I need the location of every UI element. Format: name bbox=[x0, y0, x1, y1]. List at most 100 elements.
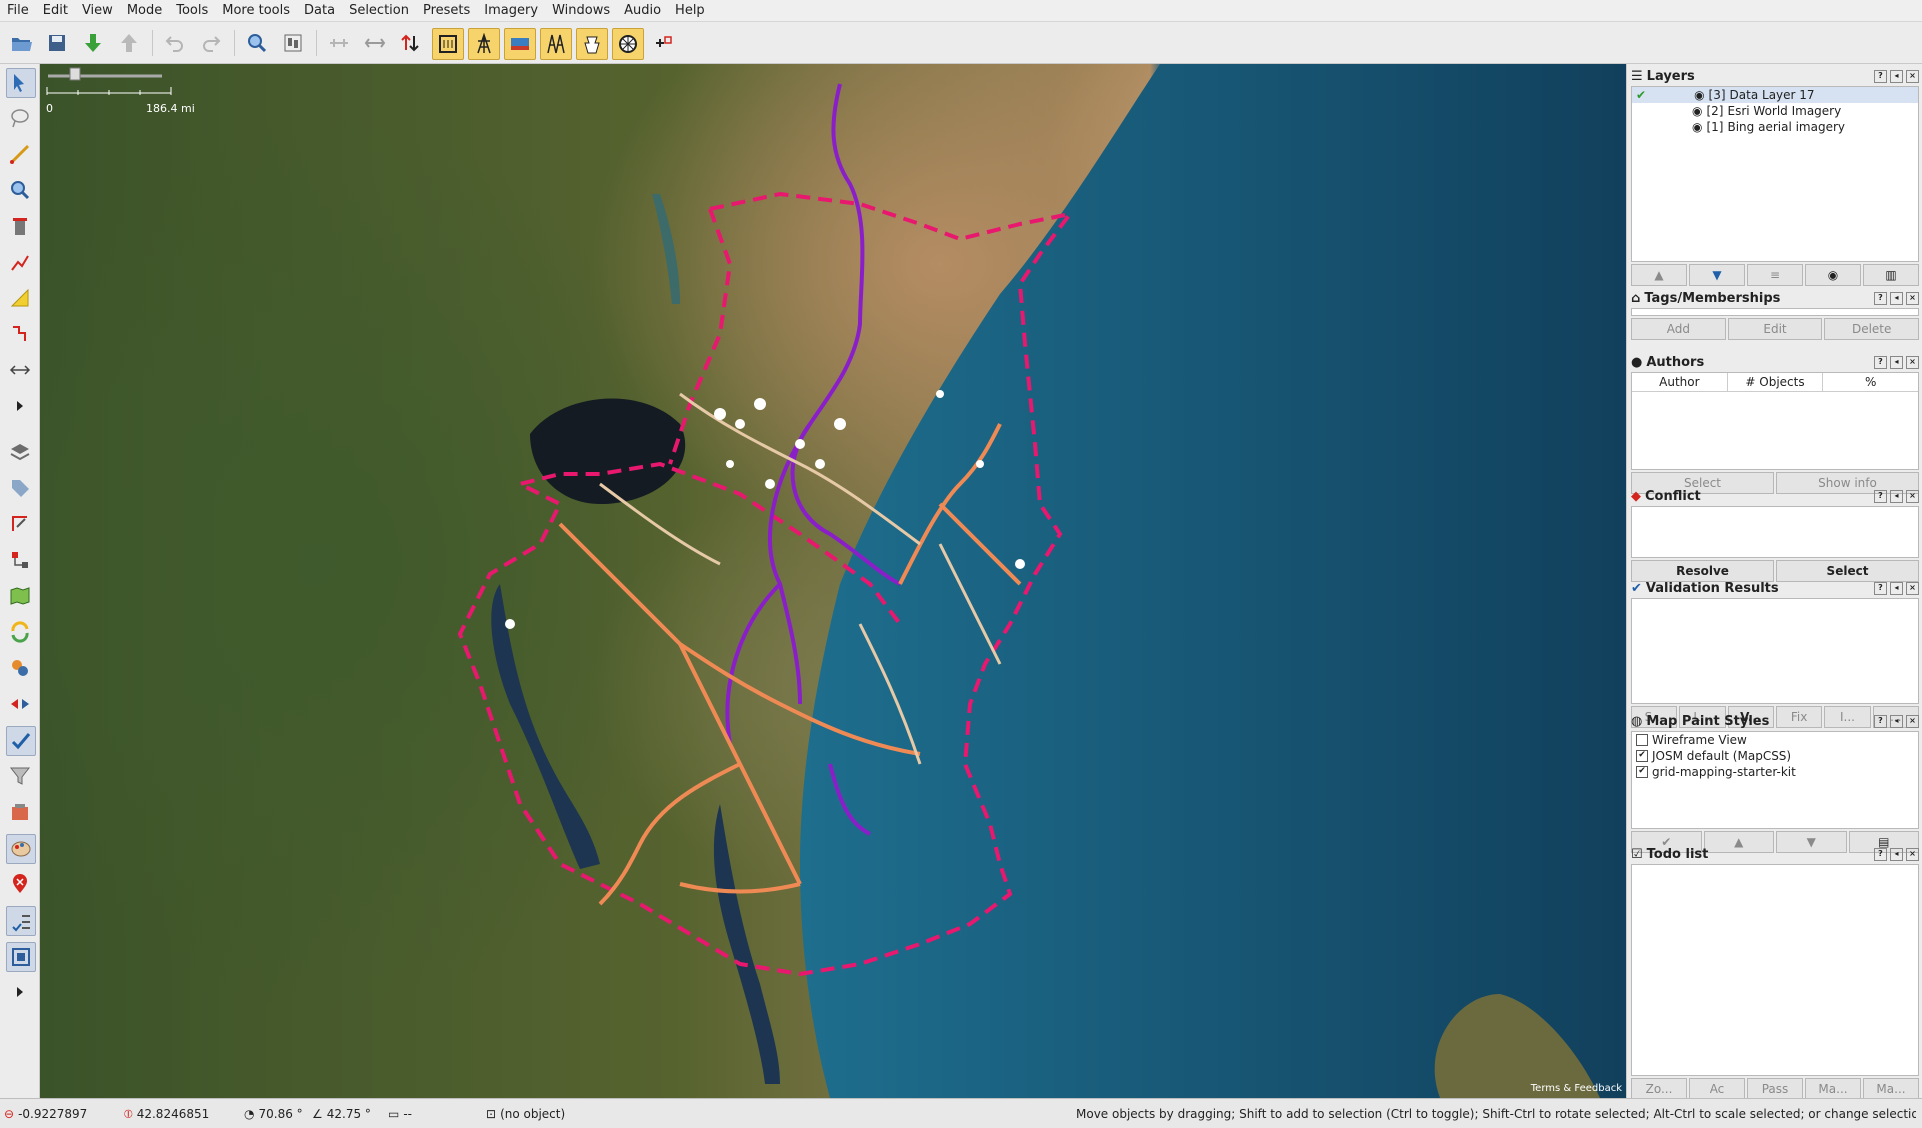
close-icon[interactable]: × bbox=[1906, 714, 1919, 728]
help-icon[interactable]: ? bbox=[1874, 69, 1887, 83]
upload-icon[interactable] bbox=[114, 28, 144, 58]
close-icon[interactable]: × bbox=[1906, 489, 1919, 503]
notes-toggle-icon[interactable] bbox=[6, 870, 34, 898]
map-view[interactable]: 0 186.4 mi Terms & Feedback bbox=[40, 64, 1626, 1098]
menu-tools[interactable]: Tools bbox=[169, 0, 215, 22]
move-up-icon[interactable]: ▲ bbox=[1631, 264, 1687, 286]
todo-pass-button[interactable]: Pass bbox=[1747, 1078, 1803, 1100]
tag-edit-button[interactable]: Edit bbox=[1727, 318, 1823, 340]
filter-toggle-icon[interactable] bbox=[6, 762, 34, 790]
close-icon[interactable]: × bbox=[1906, 291, 1919, 305]
improve-way-icon[interactable] bbox=[6, 320, 34, 348]
pin-icon[interactable]: ◂ bbox=[1890, 69, 1903, 83]
style-checkbox[interactable] bbox=[1636, 734, 1648, 746]
zoom-icon[interactable] bbox=[242, 28, 272, 58]
download-icon[interactable] bbox=[78, 28, 108, 58]
minimap-toggle-icon[interactable] bbox=[6, 942, 36, 972]
pin-icon[interactable]: ◂ bbox=[1890, 489, 1903, 503]
flip-icon[interactable] bbox=[360, 28, 390, 58]
zoom-tool-icon[interactable] bbox=[6, 176, 34, 204]
layers-toggle-icon[interactable] bbox=[6, 438, 34, 466]
help-icon[interactable]: ? bbox=[1874, 581, 1887, 595]
help-icon[interactable]: ? bbox=[1874, 714, 1887, 728]
style-row[interactable]: ✔ JOSM default (MapCSS) bbox=[1632, 748, 1918, 764]
pin-icon[interactable]: ◂ bbox=[1890, 581, 1903, 595]
draw-tool-icon[interactable] bbox=[6, 140, 34, 168]
changeset-toggle-icon[interactable] bbox=[6, 798, 34, 826]
layer-name[interactable]: Esri World Imagery bbox=[1727, 104, 1841, 118]
close-icon[interactable]: × bbox=[1906, 355, 1919, 369]
todo-mark-all-button[interactable]: Ma... bbox=[1863, 1078, 1919, 1100]
tool-b-icon[interactable] bbox=[468, 28, 500, 60]
visibility-eye-icon[interactable]: ◉ bbox=[1692, 104, 1702, 118]
style-row[interactable]: Wireframe View bbox=[1632, 732, 1918, 748]
imagery-attribution[interactable]: Terms & Feedback bbox=[1531, 1083, 1622, 1094]
pin-icon[interactable]: ◂ bbox=[1890, 291, 1903, 305]
preferences-icon[interactable] bbox=[278, 28, 308, 58]
delete-layer-icon[interactable]: ▥ bbox=[1863, 264, 1919, 286]
area-tool-icon[interactable] bbox=[6, 284, 34, 312]
layer-name[interactable]: Data Layer 17 bbox=[1730, 88, 1815, 102]
tool-f-icon[interactable] bbox=[612, 28, 644, 60]
style-checkbox[interactable]: ✔ bbox=[1636, 766, 1648, 778]
refresh-toggle-icon[interactable] bbox=[6, 618, 34, 646]
menu-file[interactable]: File bbox=[0, 0, 36, 22]
todo-add-button[interactable]: Ac bbox=[1689, 1078, 1745, 1100]
menu-selection[interactable]: Selection bbox=[342, 0, 416, 22]
authors-toggle-icon[interactable] bbox=[6, 654, 34, 682]
style-row[interactable]: ✔ grid-mapping-starter-kit bbox=[1632, 764, 1918, 780]
undo-icon[interactable] bbox=[160, 28, 190, 58]
tag-delete-button[interactable]: Delete bbox=[1824, 318, 1920, 340]
menu-windows[interactable]: Windows bbox=[545, 0, 617, 22]
help-icon[interactable]: ? bbox=[1874, 291, 1887, 305]
layer-name[interactable]: Bing aerial imagery bbox=[1727, 120, 1845, 134]
close-icon[interactable]: × bbox=[1906, 847, 1919, 861]
merge-icon[interactable]: ≡ bbox=[1747, 264, 1803, 286]
menu-edit[interactable]: Edit bbox=[36, 0, 75, 22]
history-toggle-icon[interactable] bbox=[6, 546, 34, 574]
todo-zoom-button[interactable]: Zo... bbox=[1631, 1078, 1687, 1100]
objects-col-header[interactable]: # Objects bbox=[1728, 373, 1824, 391]
menu-presets[interactable]: Presets bbox=[416, 0, 477, 22]
conflict-toggle-icon[interactable] bbox=[6, 690, 34, 718]
tags-toggle-icon[interactable] bbox=[6, 474, 34, 502]
expand-more-icon[interactable] bbox=[6, 392, 34, 420]
validation-toggle-icon[interactable] bbox=[6, 726, 36, 756]
tool-a-icon[interactable] bbox=[432, 28, 464, 60]
split-icon[interactable] bbox=[396, 28, 426, 58]
open-icon[interactable] bbox=[6, 28, 36, 58]
layer-row[interactable]: ✔ ◉ [3] Data Layer 17 bbox=[1632, 87, 1918, 103]
pin-icon[interactable]: ◂ bbox=[1890, 847, 1903, 861]
menu-more-tools[interactable]: More tools bbox=[215, 0, 297, 22]
add-tool-icon[interactable] bbox=[648, 28, 678, 58]
close-icon[interactable]: × bbox=[1906, 581, 1919, 595]
select-tool-icon[interactable] bbox=[6, 68, 36, 98]
visibility-eye-icon[interactable]: ◉ bbox=[1692, 120, 1702, 134]
tag-add-button[interactable]: Add bbox=[1631, 318, 1726, 340]
redo-icon[interactable] bbox=[196, 28, 226, 58]
percent-col-header[interactable]: % bbox=[1823, 373, 1918, 391]
delete-tool-icon[interactable] bbox=[6, 212, 34, 240]
tool-d-icon[interactable] bbox=[540, 28, 572, 60]
mappaint-toggle-icon[interactable] bbox=[6, 834, 36, 864]
pin-icon[interactable]: ◂ bbox=[1890, 714, 1903, 728]
lasso-tool-icon[interactable] bbox=[6, 104, 34, 132]
menu-view[interactable]: View bbox=[75, 0, 120, 22]
menu-imagery[interactable]: Imagery bbox=[477, 0, 545, 22]
save-icon[interactable] bbox=[42, 28, 72, 58]
extrude-tool-icon[interactable] bbox=[6, 356, 34, 384]
visibility-eye-icon[interactable]: ◉ bbox=[1694, 88, 1704, 102]
layer-row[interactable]: ◉ [1] Bing aerial imagery bbox=[1632, 119, 1918, 135]
menu-mode[interactable]: Mode bbox=[120, 0, 169, 22]
menu-audio[interactable]: Audio bbox=[617, 0, 668, 22]
help-icon[interactable]: ? bbox=[1874, 847, 1887, 861]
author-col-header[interactable]: Author bbox=[1632, 373, 1728, 391]
menu-data[interactable]: Data bbox=[297, 0, 342, 22]
pin-icon[interactable]: ◂ bbox=[1890, 355, 1903, 369]
todo-toggle-icon[interactable] bbox=[6, 906, 36, 936]
tool-e-icon[interactable] bbox=[576, 28, 608, 60]
align-icon[interactable] bbox=[324, 28, 354, 58]
show-hide-icon[interactable]: ◉ bbox=[1805, 264, 1861, 286]
close-icon[interactable]: × bbox=[1906, 69, 1919, 83]
help-icon[interactable]: ? bbox=[1874, 355, 1887, 369]
